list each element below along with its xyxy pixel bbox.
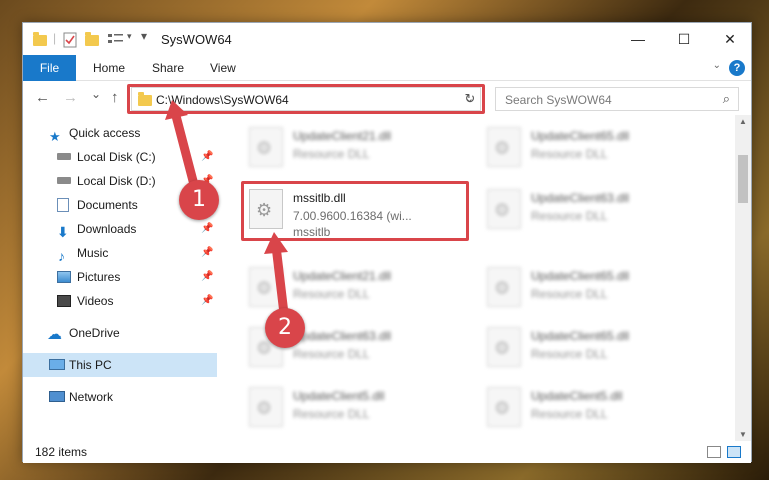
step-2-badge: 2 [265, 308, 305, 348]
step-1-badge: 1 [179, 180, 219, 220]
annotation-arrows [165, 100, 290, 327]
